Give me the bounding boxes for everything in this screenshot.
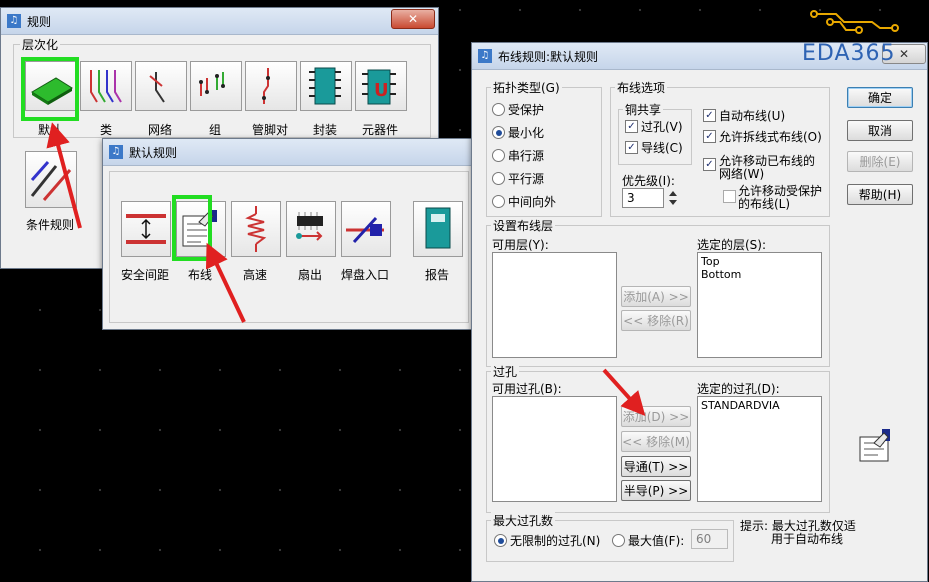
annotation-arrows	[46, 122, 646, 416]
arrow-to-add-via	[602, 368, 646, 416]
arrow-to-routing	[205, 242, 246, 323]
arrow-to-default	[46, 122, 82, 229]
